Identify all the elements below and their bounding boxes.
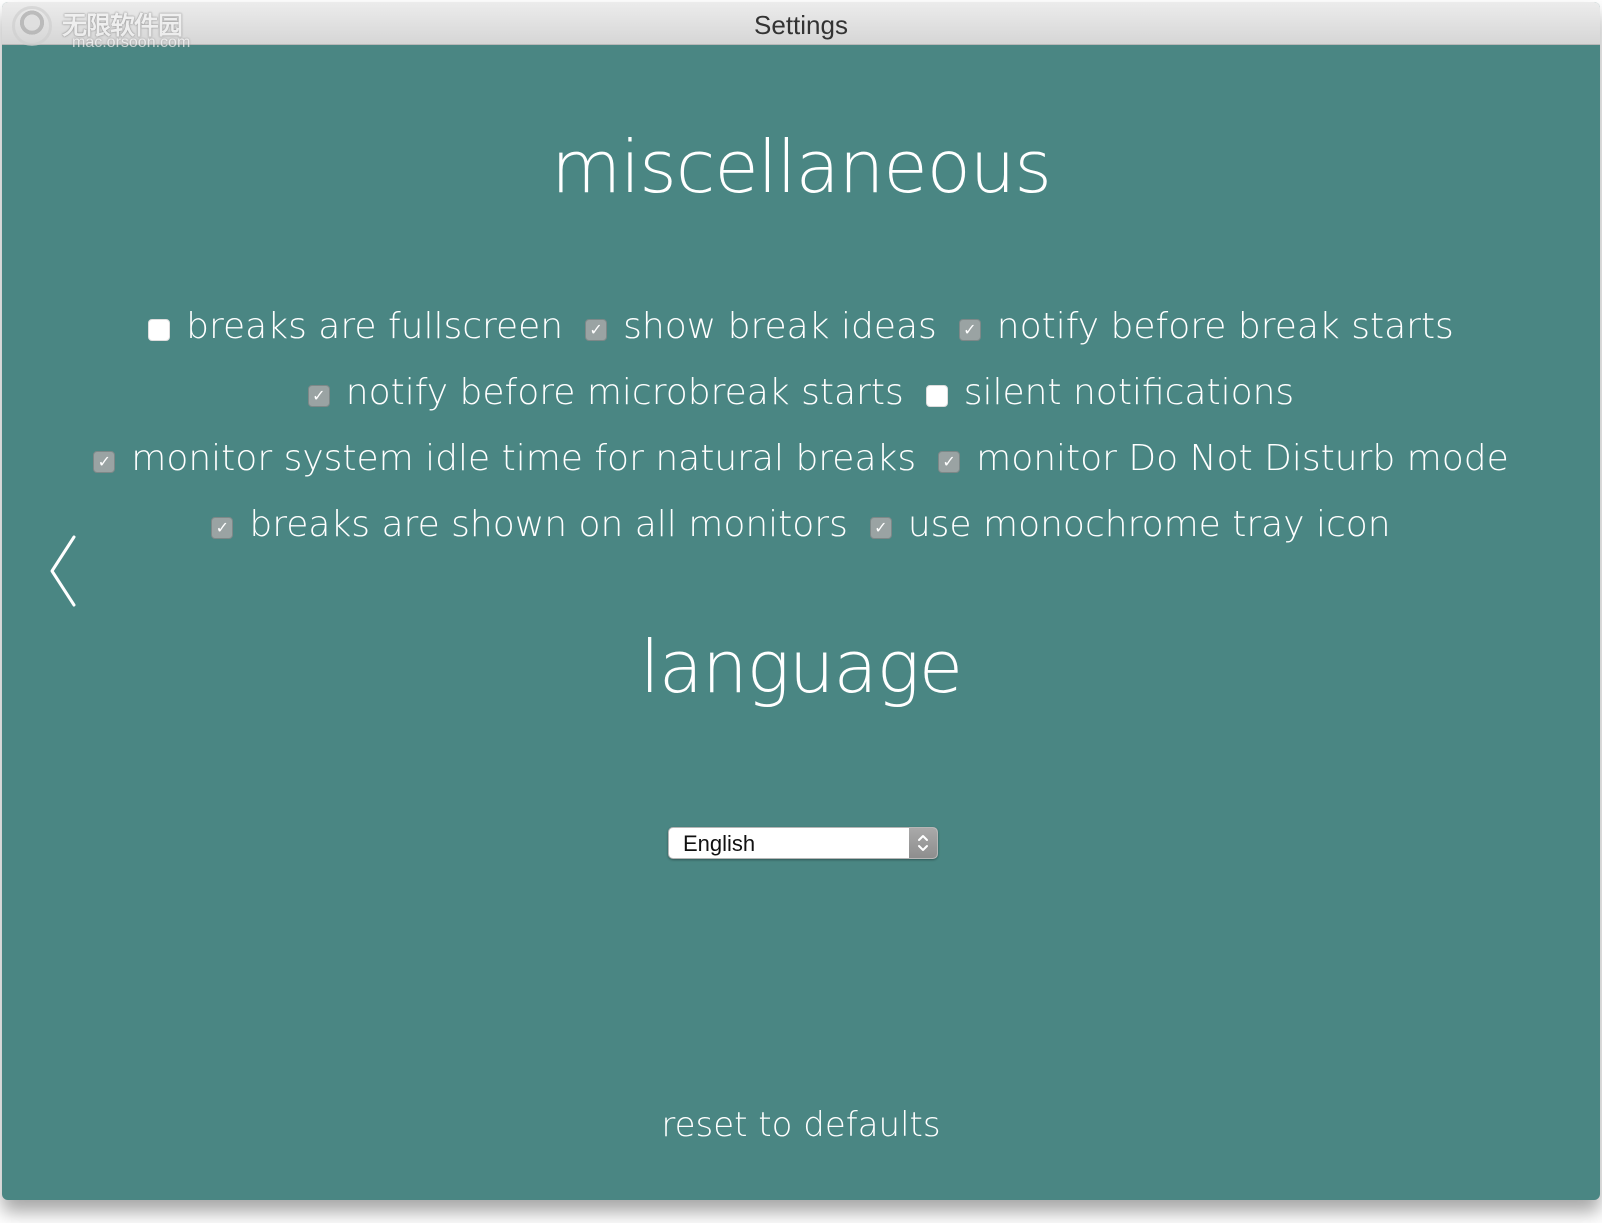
- checkbox-checked[interactable]: ✓: [585, 319, 608, 341]
- option-item[interactable]: ✓ notify before break starts: [958, 305, 1454, 347]
- options-row: ✓ notify before microbreak starts silent n…: [2, 359, 1600, 425]
- checkbox-checked[interactable]: ✓: [869, 517, 892, 539]
- settings-window: 无限软件园 mac.orsoon.com Settings miscellane…: [2, 2, 1600, 1200]
- option-item[interactable]: ✓ breaks are shown on all monitors: [211, 503, 848, 545]
- option-label: notify before break starts: [996, 305, 1454, 347]
- section-title-miscellaneous: miscellaneous: [551, 125, 1052, 209]
- option-label: use monochrome tray icon: [907, 503, 1391, 545]
- option-label: monitor system idle time for natural bre…: [131, 437, 917, 479]
- checkmark-icon: ✓: [97, 452, 111, 471]
- checkbox-unchecked[interactable]: [925, 385, 948, 407]
- option-label: notify before microbreak starts: [345, 371, 904, 413]
- chevron-left-icon[interactable]: [42, 533, 82, 613]
- options-row: ✓ monitor system idle time for natural br…: [2, 425, 1600, 491]
- checkbox-checked[interactable]: ✓: [938, 451, 961, 473]
- option-label: silent notifications: [963, 371, 1295, 413]
- options-row: ✓ breaks are shown on all monitors ✓ use mo…: [2, 491, 1600, 557]
- language-select[interactable]: English: [668, 827, 938, 859]
- options-list: breaks are fullscreen ✓ show break ideas ✓ n…: [2, 293, 1600, 557]
- option-item[interactable]: ✓ monitor Do Not Disturb mode: [938, 438, 1509, 479]
- checkbox-checked[interactable]: ✓: [307, 385, 330, 407]
- settings-content: miscellaneous breaks are fullscreen ✓ show…: [2, 45, 1600, 1200]
- option-label: breaks are shown on all monitors: [249, 503, 848, 545]
- option-item[interactable]: silent notifications: [925, 371, 1295, 413]
- option-label: show break ideas: [623, 305, 937, 347]
- checkmark-icon: ✓: [874, 518, 888, 537]
- checkmark-icon: ✓: [942, 452, 956, 471]
- option-label: breaks are fullscreen: [186, 305, 564, 347]
- checkmark-icon: ✓: [963, 320, 977, 339]
- option-label: monitor Do Not Disturb mode: [976, 437, 1509, 479]
- title-bar[interactable]: 无限软件园 mac.orsoon.com Settings: [2, 2, 1600, 51]
- checkmark-icon: ✓: [312, 386, 326, 405]
- option-item[interactable]: ✓ notify before microbreak starts: [307, 371, 904, 413]
- language-select-value: English: [683, 831, 756, 856]
- option-item[interactable]: breaks are fullscreen: [148, 306, 563, 347]
- checkmark-icon: ✓: [589, 320, 603, 339]
- reset-to-defaults-link[interactable]: reset to defaults: [2, 1105, 1600, 1145]
- option-item[interactable]: ✓ monitor system idle time for natural br…: [93, 438, 916, 479]
- section-title-language: language: [639, 625, 963, 709]
- window-title: Settings: [754, 10, 848, 40]
- option-item[interactable]: ✓ show break ideas: [585, 306, 937, 347]
- checkbox-checked[interactable]: ✓: [958, 319, 981, 341]
- checkbox-checked[interactable]: ✓: [93, 451, 116, 473]
- checkbox-unchecked[interactable]: [148, 319, 171, 341]
- options-row: breaks are fullscreen ✓ show break ideas ✓ n…: [2, 293, 1600, 359]
- up-down-chevron-icon[interactable]: [909, 828, 937, 858]
- checkbox-checked[interactable]: ✓: [211, 517, 234, 539]
- option-item[interactable]: ✓ use monochrome tray icon: [869, 503, 1391, 545]
- checkmark-icon: ✓: [215, 518, 230, 537]
